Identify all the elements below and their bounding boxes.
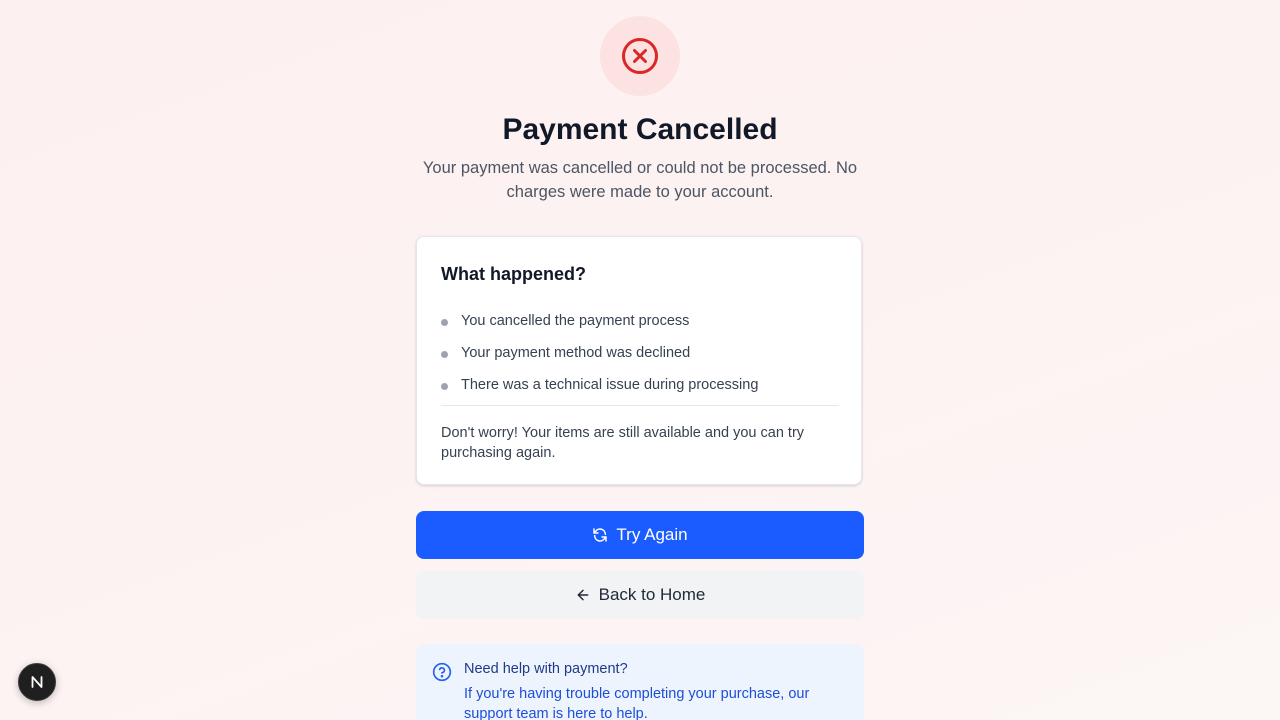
help-text: If you're having trouble completing your… — [464, 686, 810, 720]
reason-list: You cancelled the payment process Your p… — [441, 305, 758, 401]
list-item: Your payment method was declined — [441, 337, 758, 369]
page-subtitle: Your payment was cancelled or could not … — [422, 159, 858, 201]
reason-text: There was a technical issue during proce… — [461, 377, 759, 393]
nextjs-logo-icon — [31, 676, 43, 688]
list-item: There was a technical issue during proce… — [441, 369, 758, 401]
x-circle-icon — [622, 38, 658, 74]
bullet-icon — [441, 351, 448, 358]
back-to-home-label: Back to Home — [598, 585, 706, 604]
what-happened-card: What happened? You cancelled the payment… — [416, 236, 862, 485]
nextjs-dev-badge[interactable] — [18, 663, 56, 701]
refresh-icon — [593, 528, 608, 542]
bullet-icon — [441, 383, 448, 390]
page-title: Payment Cancelled — [502, 113, 778, 146]
list-item: You cancelled the payment process — [441, 305, 758, 337]
reason-text: Your payment method was declined — [461, 345, 691, 361]
bullet-icon — [441, 319, 448, 326]
try-again-label: Try Again — [616, 525, 688, 544]
back-to-home-button[interactable]: Back to Home — [416, 571, 864, 619]
reassurance-text: Don't worry! Your items are still availa… — [441, 425, 805, 461]
help-box: Need help with payment? If you're having… — [416, 644, 864, 720]
arrow-left-icon — [577, 589, 589, 601]
help-circle-icon — [432, 662, 452, 682]
reason-text: You cancelled the payment process — [461, 313, 690, 329]
help-title: Need help with payment? — [464, 661, 628, 677]
card-title: What happened? — [441, 264, 586, 284]
card-divider — [441, 405, 839, 406]
try-again-button[interactable]: Try Again — [416, 511, 864, 559]
status-icon-container — [600, 16, 680, 96]
